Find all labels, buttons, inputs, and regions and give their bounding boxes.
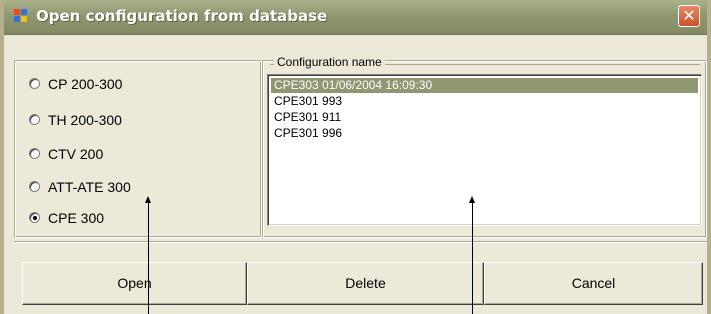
- app-window-icon: [14, 9, 28, 23]
- configuration-group-label: Configuration name: [274, 55, 385, 69]
- list-item[interactable]: CPE301 993: [271, 94, 698, 109]
- product-type-group: CP 200-300 TH 200-300 CTV 200 ATT-ATE 30…: [14, 60, 262, 238]
- radio-label: CPE 300: [48, 210, 105, 226]
- delete-button[interactable]: Delete: [247, 262, 484, 305]
- dialog-title: Open configuration from database: [36, 7, 328, 25]
- title-bar[interactable]: Open configuration from database ✕: [4, 0, 707, 35]
- radio-label: ATT-ATE 300: [48, 179, 131, 195]
- radio-label: TH 200-300: [48, 112, 122, 128]
- radio-button-checked[interactable]: [29, 212, 40, 223]
- radio-label: CTV 200: [48, 146, 104, 162]
- dialog-window: Open configuration from database ✕ CP 20…: [0, 0, 711, 314]
- radio-button[interactable]: [29, 78, 40, 89]
- separator-highlight: [14, 242, 707, 243]
- radio-label: CP 200-300: [48, 76, 123, 92]
- radio-button[interactable]: [29, 148, 40, 159]
- list-item-selected[interactable]: CPE303 01/06/2004 16:09:30: [271, 78, 698, 93]
- radio-button[interactable]: [29, 114, 40, 125]
- open-button[interactable]: Open: [22, 262, 247, 305]
- list-item[interactable]: CPE301 996: [271, 126, 698, 141]
- cancel-button[interactable]: Cancel: [484, 262, 703, 305]
- annotation-arrow-line: [472, 202, 473, 314]
- list-item[interactable]: CPE301 911: [271, 110, 698, 125]
- radio-button[interactable]: [29, 181, 40, 192]
- configuration-listbox[interactable]: CPE303 01/06/2004 16:09:30 CPE301 993 CP…: [267, 74, 702, 226]
- close-button[interactable]: ✕: [678, 5, 700, 27]
- annotation-arrow-line: [148, 202, 149, 314]
